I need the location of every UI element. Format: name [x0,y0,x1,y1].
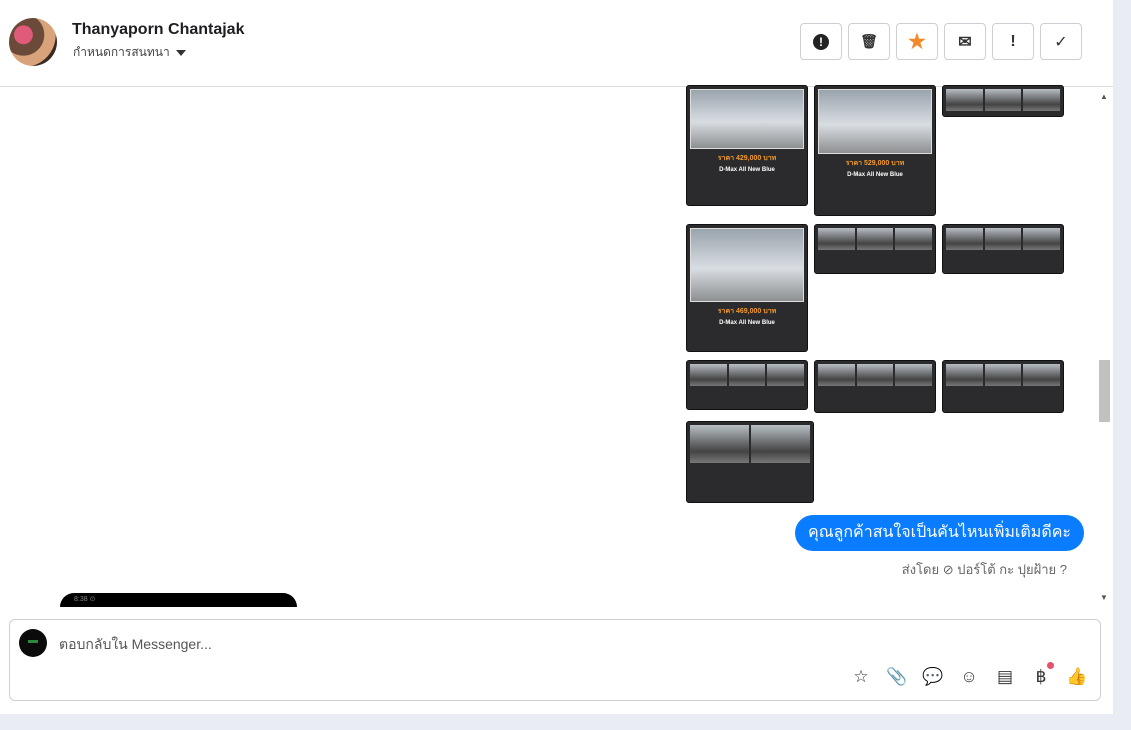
car-photo [818,89,932,154]
reply-composer[interactable]: ตอบกลับใน Messenger... ☆ 📎 💬 ☺ ▤ ฿ 👍 [9,619,1101,701]
emoji-icon[interactable]: ☺ [958,666,980,688]
scrollbar[interactable]: ▲ ▼ [1096,88,1113,606]
spam-button[interactable]: ! [800,23,842,60]
car-image[interactable]: ราคา 469,000 บาท D-Max All New Blue [686,224,808,352]
scroll-up-icon[interactable]: ▲ [1100,92,1108,101]
catalog-icon[interactable]: ▤ [994,666,1016,688]
conversation-schedule-dropdown[interactable]: กำหนดการสนทนา [73,43,186,62]
caret-down-icon [175,49,186,56]
exclamation-icon: ! [1010,32,1016,50]
notification-dot [1047,662,1054,669]
phone-screenshot-image[interactable]: 8:38 ⊙ [60,593,297,607]
car-price: ราคา 429,000 บาท [717,155,777,162]
car-price: ราคา 469,000 บาท [717,308,777,315]
page-avatar [19,629,47,657]
car-price: ราคา 529,000 บาท [845,160,905,167]
mark-unread-button[interactable]: ✉ [944,23,986,60]
car-photos [815,225,935,253]
avatar[interactable] [9,18,57,66]
car-photos [815,361,935,389]
car-image[interactable] [942,360,1064,413]
schedule-label: กำหนดการสนทนา [73,45,170,59]
car-image[interactable] [814,224,936,274]
star-icon: ★ [908,31,926,53]
check-icon: ✓ [1054,33,1068,51]
phone-status-text: 8:38 ⊙ [74,596,96,603]
car-model: D-Max All New Blue [719,167,775,173]
reply-input[interactable]: ตอบกลับใน Messenger... [59,634,212,656]
scroll-down-icon[interactable]: ▼ [1100,593,1108,602]
attachment-icon[interactable]: 📎 [886,666,908,688]
mail-icon: ✉ [958,33,972,51]
scrollbar-thumb[interactable] [1099,360,1110,422]
car-model: D-Max All New Blue [719,320,775,326]
delete-button[interactable]: 🗑 [848,23,890,60]
saved-reply-icon[interactable]: ☆ [850,666,872,688]
like-icon[interactable]: 👍 [1066,666,1088,688]
car-photos [687,422,813,466]
conversation-header: Thanyaporn Chantajak กำหนดการสนทนา ! 🗑 ★… [0,0,1113,87]
car-photo [690,89,804,149]
car-photo [690,228,804,302]
chat-icon[interactable]: 💬 [922,666,944,688]
car-image[interactable] [686,360,808,410]
car-image[interactable]: ราคา 529,000 บาท D-Max All New Blue [814,85,936,216]
contact-name[interactable]: Thanyaporn Chantajak [72,21,244,39]
car-photos [943,361,1063,389]
car-model: D-Max All New Blue [847,172,903,178]
car-image[interactable] [942,85,1064,117]
car-image[interactable] [686,421,814,503]
sent-by-label: ส่งโดย ⊘ ปอร์โต้ กะ ปุยฝ้าย ? [901,562,1067,577]
follow-up-button[interactable]: ! [992,23,1034,60]
car-photos [687,361,807,389]
car-image[interactable]: ราคา 429,000 บาท D-Max All New Blue [686,85,808,206]
message-bubble[interactable]: คุณลูกค้าสนใจเป็นคันไหนเพิ่มเติมดีคะ [795,515,1085,551]
trash-icon: 🗑 [860,33,878,49]
conversation-panel: Thanyaporn Chantajak กำหนดการสนทนา ! 🗑 ★… [0,0,1113,714]
mark-done-button[interactable]: ✓ [1040,23,1082,60]
car-image[interactable] [942,224,1064,274]
alert-circle-icon: ! [813,33,829,50]
car-image[interactable] [814,360,936,413]
baht-icon[interactable]: ฿ [1030,662,1054,688]
car-photos [943,86,1063,114]
star-button[interactable]: ★ [896,23,938,60]
car-photos [943,225,1063,253]
